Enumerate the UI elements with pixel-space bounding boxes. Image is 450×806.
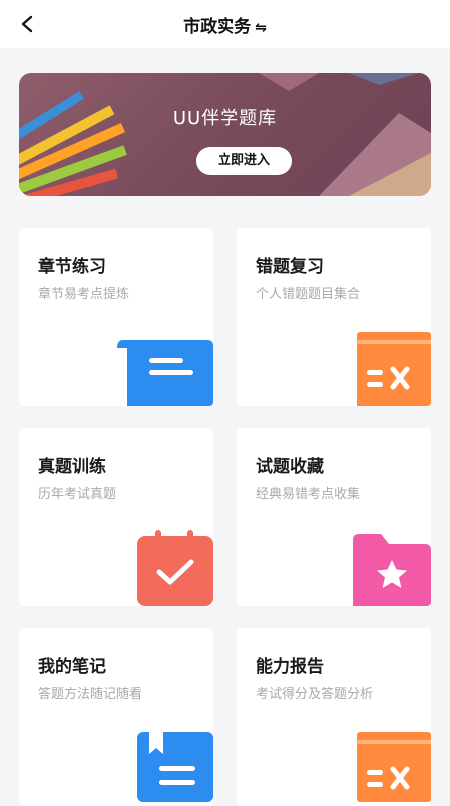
pencils-illustration [19,73,431,196]
card-title: 能力报告 [256,657,324,677]
page-title: 市政实务 [183,17,252,37]
star-folder-icon [353,534,431,606]
wrong-book-icon [357,332,431,406]
card-subtitle: 历年考试真题 [38,487,117,502]
banner-title: UU伴学题库 [172,108,278,129]
card-subtitle: 个人错题题目集合 [256,287,361,302]
card-past-exams[interactable]: 真题训练 历年考试真题 [19,428,213,606]
banner[interactable]: UU伴学题库 立即进入 [19,73,431,196]
card-favorites[interactable]: 试题收藏 经典易错考点收集 [237,428,431,606]
card-chapter-practice[interactable]: 章节练习 章节易考点提炼 [19,228,213,406]
card-subtitle: 经典易错考点收集 [256,487,361,502]
card-subtitle: 答题方法随记随看 [38,687,143,702]
card-title: 试题收藏 [256,457,324,477]
enter-now-button[interactable]: 立即进入 [196,147,292,175]
swap-icon: ⇋ [255,20,267,36]
card-my-notes[interactable]: 我的笔记 答题方法随记随看 [19,628,213,806]
card-subtitle: 考试得分及答题分析 [256,687,374,702]
subject-switcher[interactable]: 市政实务 ⇋ [0,12,450,37]
card-title: 错题复习 [256,257,324,277]
card-title: 章节练习 [38,257,106,277]
clipboard-check-icon [137,530,213,606]
top-bar: 市政实务 ⇋ [0,0,450,48]
card-ability-report[interactable]: 能力报告 考试得分及答题分析 [237,628,431,806]
card-title: 我的笔记 [38,657,106,677]
scroll-list-icon [117,340,213,406]
notebook-icon [137,732,213,802]
card-title: 真题训练 [38,457,106,477]
card-wrong-review[interactable]: 错题复习 个人错题题目集合 [237,228,431,406]
card-subtitle: 章节易考点提炼 [38,287,130,302]
report-book-icon [357,732,431,802]
